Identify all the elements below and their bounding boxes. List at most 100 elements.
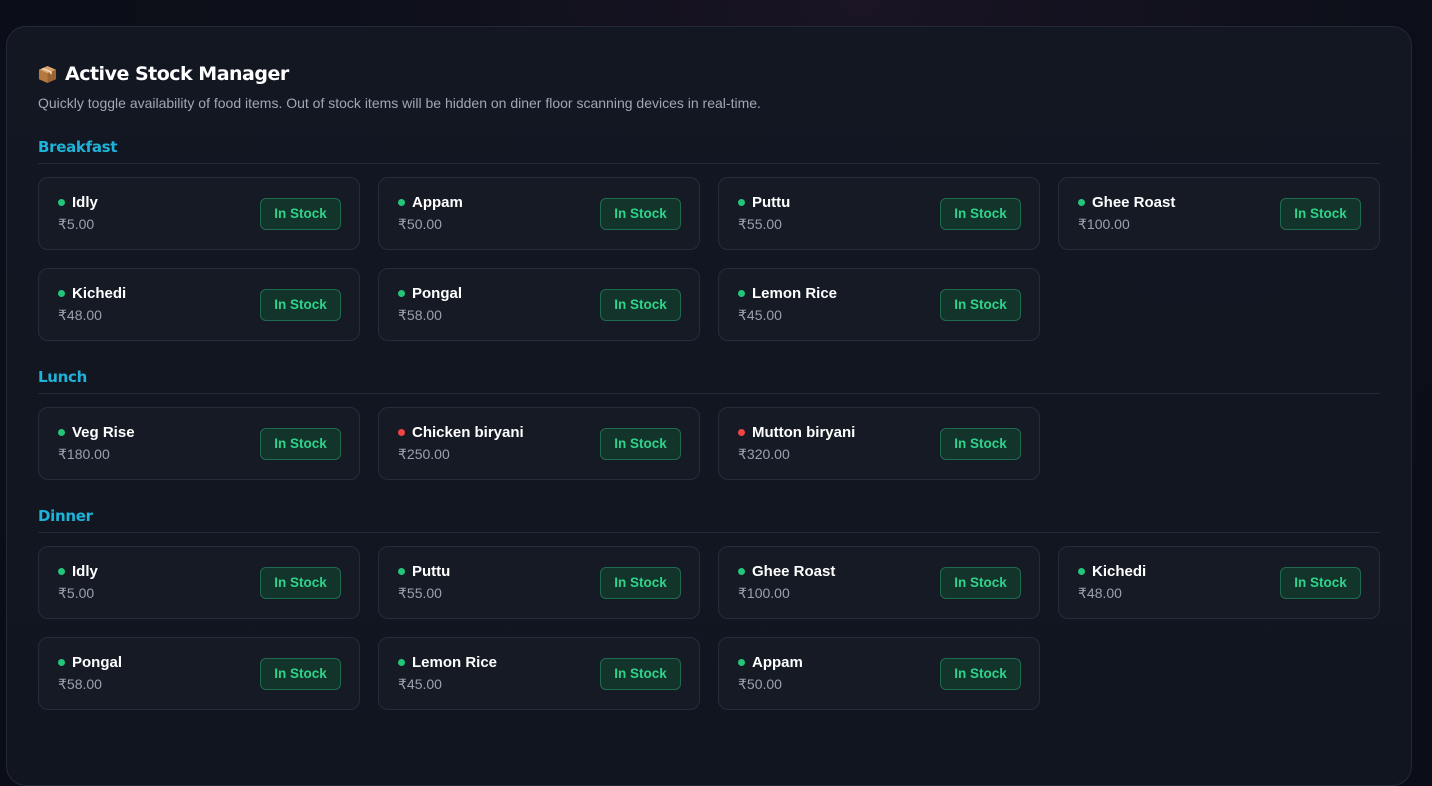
in-stock-toggle-button[interactable]: In Stock (600, 427, 681, 460)
in-stock-toggle-button[interactable]: In Stock (940, 427, 1021, 460)
in-stock-toggle-button[interactable]: In Stock (260, 566, 341, 599)
in-stock-toggle-button[interactable]: In Stock (1280, 566, 1361, 599)
food-item-name-row: Puttu (398, 563, 450, 580)
category-section-lunch: Lunch Veg Rise ₹180.00 In Stock Chicken biry… (38, 368, 1380, 480)
in-stock-toggle-button[interactable]: In Stock (940, 288, 1021, 321)
food-item-name-row: Idly (58, 194, 98, 211)
food-item-info: Ghee Roast ₹100.00 (1078, 194, 1175, 233)
non-veg-dot-icon (738, 429, 745, 436)
food-item-name-row: Mutton biryani (738, 424, 855, 441)
section-title: Breakfast (38, 138, 1380, 164)
in-stock-toggle-button[interactable]: In Stock (600, 657, 681, 690)
food-item-price: ₹180.00 (58, 446, 110, 462)
food-item-info: Idly ₹5.00 (58, 563, 98, 602)
category-section-dinner: Dinner Idly ₹5.00 In Stock Puttu ₹55.00 In Sto… (38, 507, 1380, 710)
food-item-card: Ghee Roast ₹100.00 In Stock (718, 546, 1040, 619)
item-grid: Veg Rise ₹180.00 In Stock Chicken biryani ₹2… (38, 407, 1380, 480)
food-item-price: ₹50.00 (398, 216, 442, 232)
item-grid: Idly ₹5.00 In Stock Puttu ₹55.00 In Stock Ghee… (38, 546, 1380, 710)
food-item-price: ₹5.00 (58, 216, 95, 232)
package-box-icon (38, 65, 57, 84)
food-item-name: Lemon Rice (752, 285, 838, 302)
food-item-card: Puttu ₹55.00 In Stock (718, 177, 1040, 250)
in-stock-toggle-button[interactable]: In Stock (600, 566, 681, 599)
food-item-info: Lemon Rice ₹45.00 (738, 285, 837, 324)
food-item-name-row: Pongal (58, 654, 122, 671)
food-item-card: Lemon Rice ₹45.00 In Stock (718, 268, 1040, 341)
stock-manager-panel: Active Stock Manager Quickly toggle avai… (6, 26, 1412, 786)
food-item-card: Lemon Rice ₹45.00 In Stock (378, 637, 700, 710)
food-item-name-row: Ghee Roast (1078, 194, 1175, 211)
in-stock-toggle-button[interactable]: In Stock (260, 197, 341, 230)
in-stock-toggle-button[interactable]: In Stock (940, 566, 1021, 599)
food-item-name: Kichedi (72, 285, 127, 302)
food-item-info: Appam ₹50.00 (398, 194, 463, 233)
food-item-price: ₹50.00 (738, 676, 782, 692)
food-item-info: Puttu ₹55.00 (738, 194, 790, 233)
food-item-price: ₹48.00 (1078, 585, 1122, 601)
in-stock-toggle-button[interactable]: In Stock (260, 427, 341, 460)
food-item-info: Veg Rise ₹180.00 (58, 424, 135, 463)
page-subtitle: Quickly toggle availability of food item… (38, 95, 761, 111)
food-item-price: ₹58.00 (58, 676, 102, 692)
in-stock-toggle-button[interactable]: In Stock (1280, 197, 1361, 230)
food-item-price: ₹48.00 (58, 307, 102, 323)
veg-dot-icon (738, 659, 745, 666)
food-item-info: Puttu ₹55.00 (398, 563, 450, 602)
in-stock-toggle-button[interactable]: In Stock (940, 197, 1021, 230)
food-item-name-row: Lemon Rice (738, 285, 837, 302)
food-item-price: ₹250.00 (398, 446, 450, 462)
food-item-info: Pongal ₹58.00 (58, 654, 122, 693)
food-item-name-row: Chicken biryani (398, 424, 524, 441)
food-item-info: Ghee Roast ₹100.00 (738, 563, 835, 602)
veg-dot-icon (398, 290, 405, 297)
veg-dot-icon (398, 568, 405, 575)
header: Active Stock Manager (38, 60, 1380, 88)
food-item-card: Ghee Roast ₹100.00 In Stock (1058, 177, 1380, 250)
food-item-name: Puttu (412, 563, 451, 580)
food-item-price: ₹45.00 (398, 676, 442, 692)
in-stock-toggle-button[interactable]: In Stock (260, 657, 341, 690)
in-stock-toggle-button[interactable]: In Stock (600, 288, 681, 321)
food-item-name: Idly (72, 563, 98, 580)
in-stock-toggle-button[interactable]: In Stock (260, 288, 341, 321)
food-item-price: ₹45.00 (738, 307, 782, 323)
in-stock-toggle-button[interactable]: In Stock (600, 197, 681, 230)
food-item-name: Chicken biryani (412, 424, 524, 441)
food-item-card: Mutton biryani ₹320.00 In Stock (718, 407, 1040, 480)
food-item-name-row: Kichedi (1078, 563, 1146, 580)
food-item-card: Idly ₹5.00 In Stock (38, 546, 360, 619)
food-item-name: Pongal (72, 654, 123, 671)
in-stock-toggle-button[interactable]: In Stock (940, 657, 1021, 690)
food-item-name-row: Idly (58, 563, 98, 580)
veg-dot-icon (58, 290, 65, 297)
veg-dot-icon (398, 199, 405, 206)
food-item-card: Pongal ₹58.00 In Stock (378, 268, 700, 341)
food-item-name-row: Appam (738, 654, 803, 671)
food-item-name-row: Lemon Rice (398, 654, 497, 671)
food-item-card: Idly ₹5.00 In Stock (38, 177, 360, 250)
food-item-name: Kichedi (1092, 563, 1147, 580)
category-section-breakfast: Breakfast Idly ₹5.00 In Stock Appam ₹50.00 In … (38, 138, 1380, 341)
food-item-info: Mutton biryani ₹320.00 (738, 424, 855, 463)
veg-dot-icon (398, 659, 405, 666)
veg-dot-icon (738, 290, 745, 297)
veg-dot-icon (1078, 199, 1085, 206)
food-item-price: ₹320.00 (738, 446, 790, 462)
food-item-name-row: Appam (398, 194, 463, 211)
food-item-name-row: Puttu (738, 194, 790, 211)
food-item-name: Ghee Roast (1092, 194, 1176, 211)
food-item-name: Veg Rise (72, 424, 135, 441)
food-item-card: Kichedi ₹48.00 In Stock (38, 268, 360, 341)
food-item-card: Pongal ₹58.00 In Stock (38, 637, 360, 710)
food-item-card: Appam ₹50.00 In Stock (378, 177, 700, 250)
food-item-price: ₹100.00 (738, 585, 790, 601)
food-item-name-row: Pongal (398, 285, 462, 302)
food-item-info: Pongal ₹58.00 (398, 285, 462, 324)
veg-dot-icon (58, 568, 65, 575)
food-item-name: Puttu (752, 194, 791, 211)
food-item-name-row: Veg Rise (58, 424, 135, 441)
food-item-price: ₹5.00 (58, 585, 95, 601)
item-grid: Idly ₹5.00 In Stock Appam ₹50.00 In Stock Putt… (38, 177, 1380, 341)
food-item-info: Kichedi ₹48.00 (1078, 563, 1146, 602)
